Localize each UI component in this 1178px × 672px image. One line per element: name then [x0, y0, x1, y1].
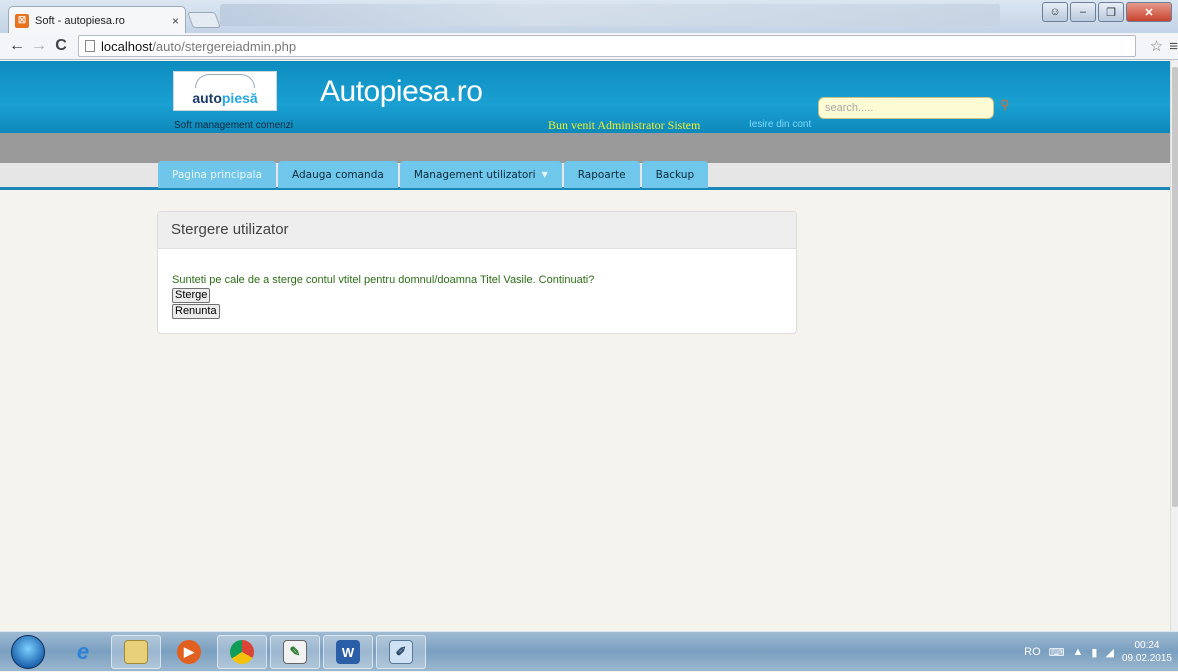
site-favicon-icon: ☒ [15, 13, 29, 28]
new-tab-button[interactable] [187, 12, 221, 28]
delete-button[interactable]: Sterge [172, 288, 211, 303]
volume-icon[interactable]: ◢ [1105, 646, 1113, 659]
bookmark-star-icon[interactable]: ☆ [1150, 37, 1163, 55]
windows-taskbar: e ▶ ✎ W ✐ RO ⌨ ▲ ▮ ◢ 00:24 09.02.2015 [0, 631, 1178, 671]
forward-arrow-icon[interactable]: → [28, 37, 50, 55]
reload-icon[interactable]: C [50, 37, 72, 55]
address-bar[interactable]: localhost/auto/stergereiadmin.php [78, 35, 1136, 57]
start-button-icon[interactable] [11, 635, 45, 669]
car-outline-icon [195, 74, 255, 88]
page-viewport: autopiesă Soft management comenzi Autopi… [0, 61, 1170, 631]
close-window-icon[interactable]: ✕ [1126, 2, 1172, 22]
site-brand-title: Autopiesa.ro [320, 75, 483, 108]
search-input[interactable]: search..... [818, 97, 994, 119]
browser-tab-strip: ☒ Soft - autopiesa.ro × ☺ – ❐ ✕ [0, 0, 1178, 34]
user-profile-icon[interactable]: ☺ [1042, 2, 1068, 22]
menu-item-user-management[interactable]: Management utilizatori ▼ [399, 161, 562, 188]
internet-explorer-icon[interactable]: e [58, 635, 108, 669]
editor-app-icon[interactable]: ✎ [270, 635, 320, 669]
main-menu: Pagina principala Adauga comanda Managem… [158, 161, 709, 188]
clock-date: 09.02.2015 [1121, 653, 1172, 664]
file-explorer-icon[interactable] [111, 635, 161, 669]
menu-item-add-order[interactable]: Adauga comanda [278, 161, 398, 188]
site-header: autopiesă Soft management comenzi Autopi… [0, 61, 1170, 133]
menu-item-reports[interactable]: Rapoarte [563, 161, 640, 188]
minimize-icon[interactable]: – [1070, 2, 1096, 22]
tab-title: Soft - autopiesa.ro [35, 14, 125, 27]
welcome-message: Bun venit Administrator Sistem [548, 118, 701, 132]
header-gray-band [0, 133, 1170, 163]
menu-item-backup[interactable]: Backup [641, 161, 709, 188]
tab-close-icon[interactable]: × [172, 14, 179, 28]
page-icon [85, 40, 95, 52]
word-icon[interactable]: W [323, 635, 373, 669]
browser-menu-icon[interactable]: ≡ [1169, 38, 1178, 55]
network-icon[interactable]: ▮ [1091, 646, 1097, 659]
system-tray: RO ⌨ ▲ ▮ ◢ 00:24 09.02.2015 [1024, 632, 1172, 672]
tray-expand-icon[interactable]: ▲ [1073, 646, 1084, 658]
language-indicator[interactable]: RO [1024, 646, 1041, 658]
browser-toolbar: ← → C localhost/auto/stergereiadmin.php … [0, 33, 1178, 60]
menu-item-home[interactable]: Pagina principala [158, 161, 276, 188]
browser-tab[interactable]: ☒ Soft - autopiesa.ro × [8, 6, 186, 34]
scrollbar-thumb[interactable] [1172, 67, 1178, 507]
page-scrollbar[interactable] [1170, 61, 1178, 631]
logout-link[interactable]: Iesire din cont [749, 119, 811, 130]
media-player-icon[interactable]: ▶ [164, 635, 214, 669]
panel-title: Stergere utilizator [158, 212, 796, 249]
keyboard-icon[interactable]: ⌨ [1049, 646, 1065, 659]
url-host: localhost [101, 38, 153, 54]
confirmation-message: Sunteti pe cale de a sterge contul vtite… [172, 274, 595, 286]
dropdown-caret-icon: ▼ [541, 170, 548, 179]
delete-user-panel: Stergere utilizator Sunteti pe cale de a… [157, 211, 797, 334]
back-arrow-icon[interactable]: ← [6, 37, 28, 55]
clock-time: 00:24 [1134, 640, 1160, 651]
restore-icon[interactable]: ❐ [1098, 2, 1124, 22]
logo-text: autopiesă [192, 90, 258, 106]
search-icon[interactable]: ⚲ [1000, 97, 1010, 113]
site-subtitle: Soft management comenzi [174, 120, 293, 131]
chrome-icon[interactable] [217, 635, 267, 669]
background-window-blur [220, 4, 1000, 26]
clock[interactable]: 00:24 09.02.2015 [1122, 639, 1172, 665]
url-path: /auto/stergereiadmin.php [152, 38, 297, 54]
cancel-button[interactable]: Renunta [172, 304, 220, 319]
site-logo[interactable]: autopiesă [173, 71, 277, 111]
window-controls: ☺ – ❐ ✕ [1042, 2, 1172, 22]
notepad-app-icon[interactable]: ✐ [376, 635, 426, 669]
panel-body: Sunteti pe cale de a sterge contul vtite… [158, 249, 796, 320]
